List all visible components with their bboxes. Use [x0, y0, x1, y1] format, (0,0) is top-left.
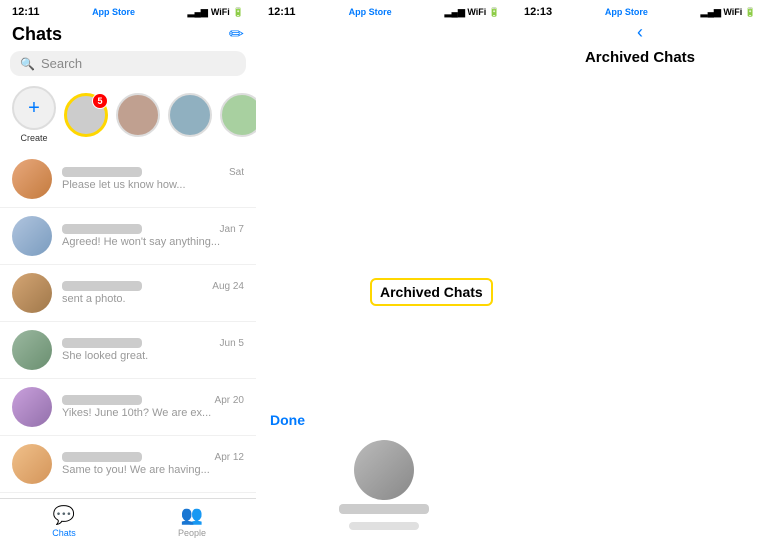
chat-avatar-3: [12, 273, 52, 313]
chat-time-4: Jun 5: [220, 338, 244, 350]
chat-item-1[interactable]: Sat Please let us know how...: [0, 151, 256, 208]
chat-name-6: [62, 452, 142, 462]
chat-info-1: Sat Please let us know how...: [62, 167, 244, 191]
chat-avatar-1: [12, 159, 52, 199]
story-avatar-1[interactable]: 5: [64, 93, 108, 137]
chat-preview-3: sent a photo.: [62, 293, 244, 305]
story-item-3[interactable]: [168, 93, 212, 137]
chat-name-row-5: Apr 20: [62, 395, 244, 407]
chat-name-row-2: Jan 7: [62, 224, 244, 236]
chat-info-3: Aug 24 sent a photo.: [62, 281, 244, 305]
edit-icon[interactable]: ✏: [229, 24, 244, 45]
chat-preview-2: Agreed! He won't say anything...: [62, 236, 244, 248]
story-avatar-4[interactable]: [220, 93, 256, 137]
app-store-label1: App Store: [92, 7, 135, 17]
status-icons-1: ▂▄▆ WiFi 🔋: [188, 7, 244, 18]
chat-name-row-1: Sat: [62, 167, 244, 179]
chats-tab-icon: 💬: [53, 505, 75, 526]
status-bar-panel2: 12:11 App Store ▂▄▆ WiFi 🔋: [256, 0, 512, 20]
chat-name-row-6: Apr 12: [62, 452, 244, 464]
chat-preview-4: She looked great.: [62, 350, 244, 362]
archived-chats-overlay-label: Archived Chats: [370, 278, 493, 306]
status-bar-panel3: 12:13 App Store ▂▄▆ WiFi 🔋: [512, 0, 768, 20]
chat-list: Sat Please let us know how... Jan 7 Agre…: [0, 151, 256, 498]
chat-preview-5: Yikes! June 10th? We are ex...: [62, 407, 244, 419]
chat-item-4[interactable]: Jun 5 She looked great.: [0, 322, 256, 379]
chat-item-3[interactable]: Aug 24 sent a photo.: [0, 265, 256, 322]
archived-nav-bar: ‹ Archived Chats: [512, 20, 768, 542]
status-icons-2: ▂▄▆ WiFi 🔋: [445, 7, 500, 18]
archived-chats-panel: 12:13 App Store ▂▄▆ WiFi 🔋 ‹ Archived Ch…: [512, 0, 768, 542]
tab-people[interactable]: 👥 People: [128, 505, 256, 538]
chat-name-3: [62, 281, 142, 291]
chat-name-4: [62, 338, 142, 348]
story-avatar-3[interactable]: [168, 93, 212, 137]
story-badge-1: 5: [92, 93, 108, 109]
back-button[interactable]: ‹: [637, 22, 643, 43]
chat-info-5: Apr 20 Yikes! June 10th? We are ex...: [62, 395, 244, 419]
settings-nav-bar: Done: [256, 20, 512, 432]
chat-preview-1: Please let us know how...: [62, 179, 244, 191]
chat-info-2: Jan 7 Agreed! He won't say anything...: [62, 224, 244, 248]
chat-name-5: [62, 395, 142, 405]
people-tab-icon: 👥: [181, 505, 203, 526]
chat-item-5[interactable]: Apr 20 Yikes! June 10th? We are ex...: [0, 379, 256, 436]
profile-status: [349, 522, 419, 530]
tab-chats[interactable]: 💬 Chats: [0, 505, 128, 538]
chat-time-2: Jan 7: [220, 224, 244, 236]
chats-title: Chats: [12, 24, 62, 45]
settings-panel: 12:11 App Store ▂▄▆ WiFi 🔋 Done 🌙 Dark M…: [256, 0, 512, 542]
app-store-label3: App Store: [605, 7, 648, 17]
chat-info-4: Jun 5 She looked great.: [62, 338, 244, 362]
profile-section: [256, 432, 512, 542]
search-icon: 🔍: [20, 57, 35, 71]
chat-name-row-3: Aug 24: [62, 281, 244, 293]
search-bar[interactable]: 🔍 Search: [10, 51, 246, 76]
chat-item-6[interactable]: Apr 12 Same to you! We are having...: [0, 436, 256, 493]
people-tab-label: People: [178, 528, 206, 538]
chat-info-6: Apr 12 Same to you! We are having...: [62, 452, 244, 476]
wifi-icon: WiFi: [211, 7, 230, 17]
time-panel3: 12:13: [524, 6, 552, 18]
chat-avatar-2: [12, 216, 52, 256]
chat-name-1: [62, 167, 142, 177]
chat-time-6: Apr 12: [215, 452, 244, 464]
story-item-4[interactable]: [220, 93, 256, 137]
chat-time-3: Aug 24: [212, 281, 244, 293]
profile-name: [339, 504, 429, 514]
create-label: Create: [20, 133, 47, 143]
search-placeholder: Search: [41, 56, 82, 71]
create-story-btn[interactable]: +: [12, 86, 56, 130]
app-store-label2: App Store: [349, 7, 392, 17]
stories-row: + Create 5: [0, 82, 256, 151]
chats-panel: 12:11 App Store ▂▄▆ WiFi 🔋 Chats ✏ 🔍 Sea…: [0, 0, 256, 542]
chat-item-2[interactable]: Jan 7 Agreed! He won't say anything...: [0, 208, 256, 265]
chat-name-row-4: Jun 5: [62, 338, 244, 350]
story-item-2[interactable]: [116, 93, 160, 137]
battery-icon: 🔋: [233, 7, 244, 18]
chat-avatar-4: [12, 330, 52, 370]
signal-icon: ▂▄▆: [188, 7, 208, 18]
chat-preview-6: Same to you! We are having...: [62, 464, 244, 476]
create-story[interactable]: + Create: [12, 86, 56, 143]
story-item-1[interactable]: 5: [64, 93, 108, 137]
chat-name-2: [62, 224, 142, 234]
chats-header: Chats ✏: [0, 20, 256, 51]
chat-time-1: Sat: [229, 167, 244, 179]
status-bar-panel1: 12:11 App Store ▂▄▆ WiFi 🔋: [0, 0, 256, 20]
time-panel1: 12:11: [12, 6, 40, 18]
chat-time-5: Apr 20: [215, 395, 244, 407]
done-button[interactable]: Done: [270, 412, 498, 428]
status-icons-3: ▂▄▆ WiFi 🔋: [701, 7, 756, 18]
archived-chats-title: Archived Chats: [512, 49, 768, 536]
time-panel2: 12:11: [268, 6, 296, 18]
chat-avatar-6: [12, 444, 52, 484]
chat-avatar-5: [12, 387, 52, 427]
profile-picture: [354, 440, 414, 500]
bottom-tabs: 💬 Chats 👥 People: [0, 498, 256, 542]
story-avatar-2[interactable]: [116, 93, 160, 137]
chats-tab-label: Chats: [52, 528, 76, 538]
